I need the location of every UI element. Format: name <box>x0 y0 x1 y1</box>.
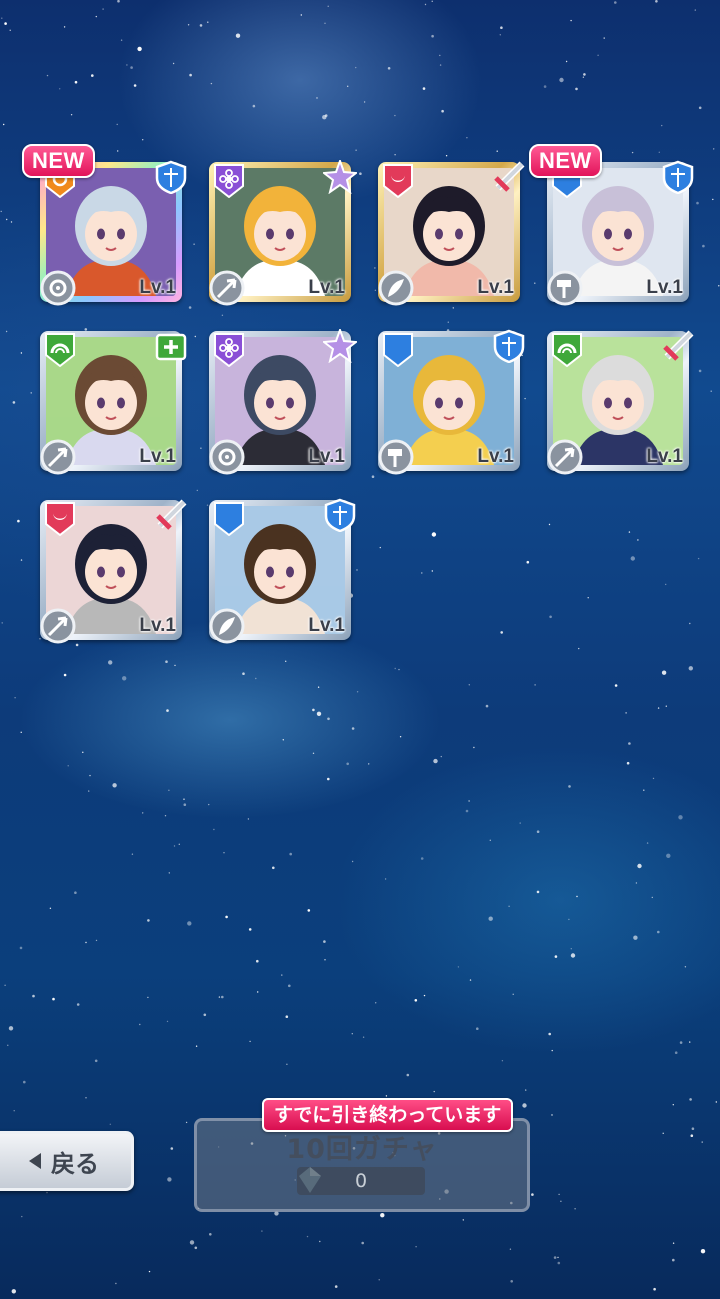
leaf-green-icon <box>43 333 77 368</box>
ten-pull-gacha-button[interactable]: 10回ガチャ 0 <box>194 1118 530 1212</box>
sword-red-icon <box>661 329 695 363</box>
sword-red-icon <box>492 160 526 194</box>
moon-red-icon <box>43 502 77 537</box>
moon-red-icon <box>381 164 415 199</box>
leaf-green-icon <box>550 333 584 368</box>
crescent-blue-icon <box>212 502 246 537</box>
card-level: Lv.1 <box>308 615 345 636</box>
gear-skill-icon <box>40 270 76 306</box>
arrow-skill-icon <box>40 439 76 475</box>
character-card[interactable]: Lv.1 <box>378 329 525 475</box>
card-level: Lv.1 <box>139 277 176 298</box>
flower-purple-icon <box>212 333 246 368</box>
feather-skill-icon <box>209 608 245 644</box>
back-button[interactable]: 戻る <box>0 1131 134 1191</box>
card-level: Lv.1 <box>308 277 345 298</box>
heal-green-icon <box>154 329 188 363</box>
character-card[interactable]: Lv.1 <box>40 331 187 475</box>
card-level: Lv.1 <box>646 277 683 298</box>
character-card[interactable]: Lv.1 <box>209 158 359 306</box>
card-level: Lv.1 <box>477 446 514 467</box>
hammer-skill-icon <box>378 439 414 475</box>
hammer-skill-icon <box>547 270 583 306</box>
card-level: Lv.1 <box>308 446 345 467</box>
gear-skill-icon <box>209 439 245 475</box>
card-level: Lv.1 <box>139 446 176 467</box>
shield-blue-icon <box>661 160 695 195</box>
arrow-skill-icon <box>40 608 76 644</box>
star-purple-icon <box>321 327 359 364</box>
character-card[interactable]: Lv.1 <box>547 330 694 475</box>
new-badge: NEW <box>22 144 95 178</box>
character-card[interactable]: Lv.1 <box>378 161 525 306</box>
back-arrow-icon <box>29 1153 41 1169</box>
shield-blue-icon <box>323 498 357 533</box>
feather-skill-icon <box>378 270 414 306</box>
flower-purple-icon <box>212 164 246 199</box>
gacha-button-label: 10回ガチャ <box>286 1134 438 1165</box>
card-level: Lv.1 <box>646 446 683 467</box>
character-card[interactable]: Lv.1 NEW <box>529 144 694 306</box>
card-level: Lv.1 <box>477 277 514 298</box>
character-card[interactable]: Lv.1 <box>209 327 359 475</box>
shield-blue-icon <box>492 329 526 364</box>
character-card[interactable]: Lv.1 <box>40 499 187 644</box>
character-card[interactable]: Lv.1 <box>209 498 356 644</box>
star-purple-icon <box>321 158 359 195</box>
character-card[interactable]: Lv.1 NEW <box>22 144 187 306</box>
shield-blue-icon <box>154 160 188 195</box>
arrow-skill-icon <box>209 270 245 306</box>
arrow-skill-icon <box>547 439 583 475</box>
card-level: Lv.1 <box>139 615 176 636</box>
already-drawn-badge: すでに引き終わっています <box>262 1098 514 1132</box>
crescent-blue-icon <box>381 333 415 368</box>
gacha-cost: 0 <box>297 1167 425 1195</box>
back-button-label: 戻る <box>51 1149 99 1178</box>
sword-red-icon <box>154 498 188 532</box>
new-badge: NEW <box>529 144 602 178</box>
